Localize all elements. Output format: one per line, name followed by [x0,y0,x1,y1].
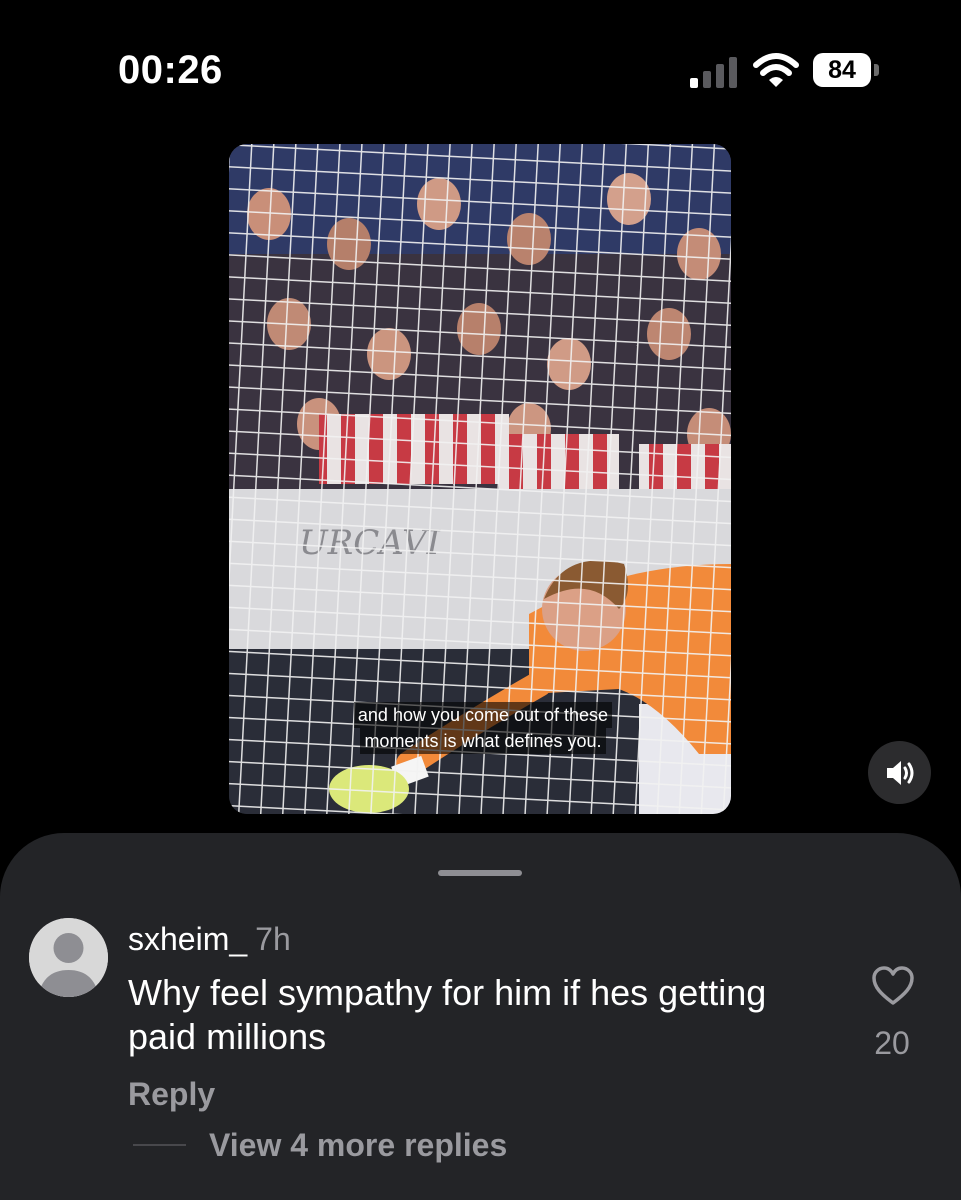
caption-line: and how you come out of these [353,702,613,728]
battery-icon: 84 [813,53,881,89]
status-time: 00:26 [118,48,223,92]
cellular-signal-icon [690,57,737,88]
screen: 00:26 84 and how you come out of these m… [0,0,961,1200]
comment-timestamp: 7h [255,921,291,957]
wifi-icon [753,53,799,87]
sheet-drag-handle[interactable] [438,870,522,876]
mute-toggle-button[interactable] [868,741,931,804]
speaker-icon [887,761,914,785]
comment-header: sxheim_ 7h [128,921,291,957]
view-more-replies-button[interactable]: View 4 more replies [209,1125,507,1165]
comments-sheet: sxheim_ 7h Why feel sympathy for him if h… [0,833,961,1200]
avatar[interactable] [29,918,108,997]
reply-button[interactable]: Reply [128,1074,215,1114]
video-caption: and how you come out of these moments is… [323,702,643,754]
battery-nub [874,64,879,76]
video-player[interactable]: URCAVI and how you come out of these mom… [229,144,731,814]
default-avatar-icon [29,918,108,997]
like-count: 20 [874,1025,910,1061]
comment-username[interactable]: sxheim_ [128,921,247,957]
comment-text: Why feel sympathy for him if hes getting… [128,972,767,1057]
replies-divider [133,1144,186,1146]
heart-outline-icon[interactable] [871,965,915,1007]
battery-level: 84 [813,53,871,87]
caption-line: moments is what defines you. [360,728,606,754]
